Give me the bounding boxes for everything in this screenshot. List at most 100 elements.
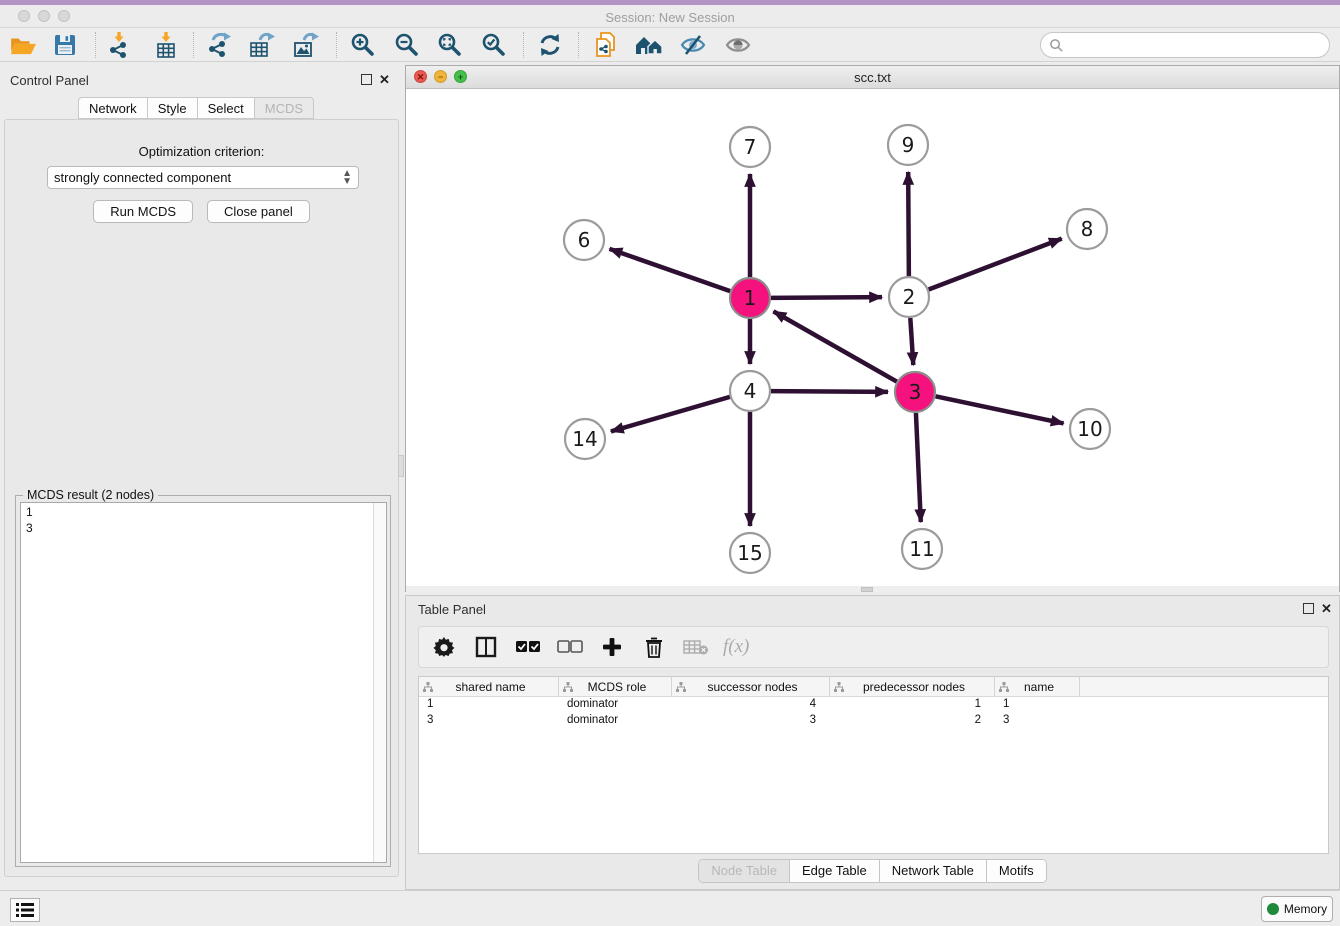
open-session-button[interactable] — [7, 30, 39, 60]
graph-edge-1-2[interactable] — [771, 297, 882, 298]
graph-node-label: 9 — [902, 133, 915, 157]
table-cell[interactable]: 3 — [995, 713, 1080, 729]
show-columns-button[interactable] — [471, 632, 501, 662]
checked-boxes-icon — [515, 640, 541, 654]
toolbar-separator — [193, 32, 194, 58]
graph-node-label: 4 — [744, 379, 757, 403]
graph-edge-2-9[interactable] — [908, 172, 909, 276]
graph-edge-3-1[interactable] — [773, 311, 896, 381]
hide-selected-button[interactable] — [677, 30, 709, 60]
column-type-icon — [676, 682, 686, 692]
column-header-predecessor-nodes[interactable]: predecessor nodes — [830, 677, 995, 696]
tab-network-table[interactable]: Network Table — [880, 860, 987, 882]
add-column-button[interactable] — [597, 632, 627, 662]
delete-column-button[interactable] — [639, 632, 669, 662]
graph-edge-3-11[interactable] — [916, 413, 921, 522]
tab-network[interactable]: Network — [78, 97, 147, 119]
table-row[interactable]: 1dominator411 — [419, 697, 1328, 713]
view-splitter-handle[interactable] — [861, 587, 873, 592]
panel-splitter-handle[interactable] — [398, 455, 404, 477]
tab-style[interactable]: Style — [147, 97, 197, 119]
import-network-button[interactable] — [103, 30, 135, 60]
zoom-out-button[interactable] — [391, 30, 423, 60]
table-cell[interactable]: 3 — [672, 713, 830, 729]
import-table-button[interactable] — [150, 30, 182, 60]
export-table-button[interactable] — [246, 30, 278, 60]
select-all-rows-button[interactable] — [513, 632, 543, 662]
toolbar-separator — [578, 32, 579, 58]
table-settings-button[interactable] — [429, 632, 459, 662]
table-panel: Table Panel ✕ f(x) shared nameMCDS roles… — [405, 595, 1340, 890]
table-body: 1dominator4113dominator323 — [419, 697, 1328, 729]
export-image-button[interactable] — [290, 30, 322, 60]
column-type-icon — [563, 682, 573, 692]
graph-edge-1-6[interactable] — [609, 249, 730, 291]
save-session-button[interactable] — [49, 30, 81, 60]
graph-node-label: 7 — [744, 135, 757, 159]
graph-node-label: 6 — [578, 228, 591, 252]
open-folder-icon — [9, 32, 37, 58]
graph-edge-4-3[interactable] — [771, 391, 888, 392]
close-panel-icon[interactable]: ✕ — [379, 72, 390, 88]
table-cell[interactable]: dominator — [559, 713, 672, 729]
delete-table-icon — [683, 638, 709, 656]
column-header-MCDS-role[interactable]: MCDS role — [559, 677, 672, 696]
tab-select[interactable]: Select — [197, 97, 254, 119]
export-network-button[interactable] — [203, 30, 235, 60]
result-scrollbar[interactable] — [373, 503, 386, 862]
graph-node-label: 15 — [737, 541, 762, 565]
app-title: Session: New Session — [0, 10, 1340, 25]
table-cell[interactable]: 2 — [830, 713, 995, 729]
memory-button[interactable]: Memory — [1261, 896, 1333, 922]
trash-icon — [644, 636, 664, 658]
tab-node-table[interactable]: Node Table — [699, 860, 790, 882]
table-cell[interactable]: 1 — [995, 697, 1080, 713]
search-input[interactable] — [1068, 38, 1329, 52]
mcds-result-textarea[interactable]: 13 — [20, 502, 387, 863]
close-table-panel-icon[interactable]: ✕ — [1321, 601, 1332, 617]
plus-icon — [601, 636, 623, 658]
run-mcds-button[interactable]: Run MCDS — [93, 200, 193, 223]
show-all-button[interactable] — [722, 30, 754, 60]
graph-edge-2-8[interactable] — [929, 239, 1062, 290]
column-header-name[interactable]: name — [995, 677, 1080, 696]
float-panel-icon[interactable] — [361, 74, 372, 85]
graph-node-label: 14 — [572, 427, 597, 451]
network-window-titlebar[interactable]: ✕ − + scc.txt — [406, 66, 1339, 89]
graph-edge-4-14[interactable] — [611, 397, 730, 432]
node-table: shared nameMCDS rolesuccessor nodesprede… — [418, 676, 1329, 854]
table-cell[interactable]: 4 — [672, 697, 830, 713]
save-disk-icon — [53, 33, 77, 57]
graph-edge-3-10[interactable] — [936, 396, 1064, 423]
table-header-row: shared nameMCDS rolesuccessor nodesprede… — [419, 677, 1328, 697]
float-table-panel-icon[interactable] — [1303, 603, 1314, 614]
first-neighbors-button[interactable] — [633, 30, 665, 60]
column-header-shared-name[interactable]: shared name — [419, 677, 559, 696]
table-row[interactable]: 3dominator323 — [419, 713, 1328, 729]
close-panel-button[interactable]: Close panel — [207, 200, 310, 223]
column-header-successor-nodes[interactable]: successor nodes — [672, 677, 830, 696]
graph-edge-2-3[interactable] — [910, 318, 913, 365]
table-cell[interactable]: 3 — [419, 713, 559, 729]
delete-table-button[interactable] — [681, 632, 711, 662]
apply-layout-button[interactable] — [534, 30, 566, 60]
tab-mcds[interactable]: MCDS — [254, 97, 314, 119]
show-panels-button[interactable] — [10, 898, 40, 922]
tab-edge-table[interactable]: Edge Table — [790, 860, 880, 882]
table-cell[interactable]: dominator — [559, 697, 672, 713]
gear-icon — [433, 636, 455, 658]
table-cell[interactable]: 1 — [830, 697, 995, 713]
graph-node-label: 2 — [903, 285, 916, 309]
function-builder-button[interactable]: f(x) — [723, 636, 749, 658]
zoom-fit-button[interactable] — [434, 30, 466, 60]
zoom-in-button[interactable] — [347, 30, 379, 60]
column-type-icon — [834, 682, 844, 692]
clone-network-button[interactable] — [590, 30, 622, 60]
table-cell[interactable]: 1 — [419, 697, 559, 713]
tab-motifs[interactable]: Motifs — [987, 860, 1046, 882]
network-graph-canvas[interactable]: 7968124314101511 — [406, 89, 1339, 586]
zoom-selected-button[interactable] — [478, 30, 510, 60]
criterion-dropdown[interactable]: strongly connected component ▲▼ — [47, 166, 359, 189]
houses-icon — [634, 32, 664, 58]
deselect-all-rows-button[interactable] — [555, 632, 585, 662]
